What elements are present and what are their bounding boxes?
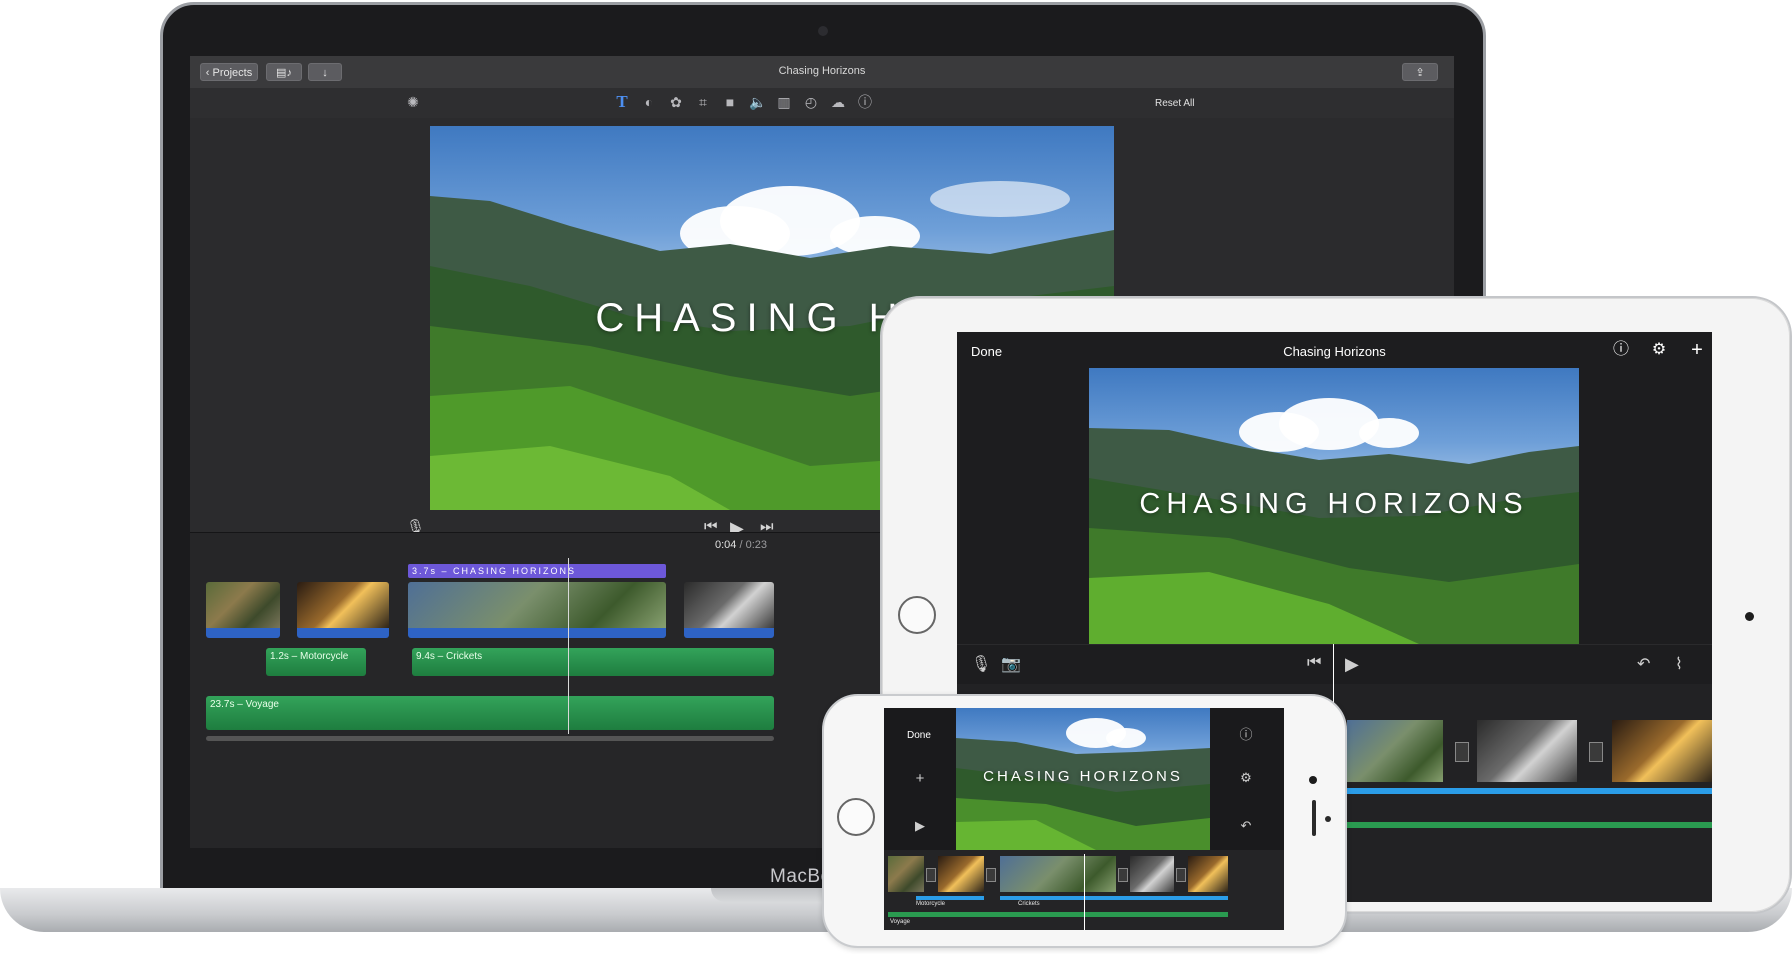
share-icon: ⇪: [1415, 67, 1425, 79]
viewer: CHASING HORIZONS: [1089, 368, 1579, 644]
gear-icon[interactable]: ⚙: [1236, 770, 1256, 786]
plus-icon[interactable]: +: [1687, 340, 1707, 360]
audio-clip-motorcycle[interactable]: [916, 896, 984, 900]
color-correction-icon[interactable]: ✿: [668, 94, 684, 110]
stabilization-icon[interactable]: ■: [722, 94, 738, 110]
waveform-icon[interactable]: ⌇: [1675, 654, 1683, 674]
audio-clip-crickets[interactable]: [1000, 896, 1228, 900]
timecode-current: 0:04: [715, 539, 737, 551]
audio-clip-crickets[interactable]: 9.4s – Crickets: [412, 648, 774, 676]
volume-icon[interactable]: 🔈: [749, 94, 766, 110]
info-icon[interactable]: ⓘ: [857, 94, 873, 110]
video-clip[interactable]: [684, 582, 774, 638]
audio-clip-voyage[interactable]: [888, 912, 1228, 917]
speaker-grille: [1312, 800, 1316, 836]
video-clip[interactable]: [888, 856, 924, 892]
video-clip[interactable]: [1188, 856, 1228, 892]
video-clip[interactable]: [1000, 856, 1116, 892]
titles-icon[interactable]: T: [614, 93, 630, 110]
ipad-controls: [957, 644, 1712, 685]
video-clip[interactable]: [938, 856, 984, 892]
project-title: Chasing Horizons: [1283, 344, 1386, 359]
plus-icon[interactable]: +: [910, 770, 930, 787]
title-clip[interactable]: 3.7s – CHASING HORIZONS: [408, 564, 666, 578]
home-button[interactable]: [837, 798, 875, 836]
audio-clip-label: Voyage: [890, 919, 911, 925]
filter-icon[interactable]: ☁: [830, 94, 846, 110]
timecode-separator: /: [739, 539, 743, 551]
video-clip[interactable]: [408, 582, 666, 638]
audio-clip-label: Motorcycle: [916, 901, 946, 907]
equalizer-icon[interactable]: ▥: [776, 94, 792, 110]
camera-icon: [818, 26, 828, 36]
video-clip[interactable]: [1477, 720, 1577, 782]
camera-icon: [1745, 612, 1754, 621]
share-button[interactable]: ⇪: [1402, 63, 1438, 81]
video-clip[interactable]: [1130, 856, 1174, 892]
undo-icon[interactable]: ↶: [1637, 654, 1650, 674]
reset-all-button[interactable]: Reset All: [1155, 98, 1194, 109]
transition-icon[interactable]: [1589, 742, 1603, 762]
help-icon[interactable]: ⓘ: [1236, 724, 1256, 743]
video-clip[interactable]: [1612, 720, 1712, 782]
playhead[interactable]: [568, 558, 569, 734]
imovie-iphone-screen: Done + ▶ CHASING HORIZONS ⓘ ⚙ ↶ Motorcyc…: [884, 708, 1284, 930]
playhead[interactable]: [1084, 854, 1085, 930]
transition-icon[interactable]: [1455, 742, 1469, 762]
skip-back-icon[interactable]: ⏮: [1307, 654, 1321, 672]
audio-clip-label: Crickets: [1018, 901, 1040, 907]
transition-icon[interactable]: [1118, 868, 1128, 882]
gear-icon[interactable]: ⚙: [1649, 340, 1669, 360]
music-track: [1347, 822, 1712, 828]
audio-clip-label: 23.7s – Voyage: [210, 699, 279, 710]
window-title: Chasing Horizons: [778, 65, 866, 77]
speed-icon[interactable]: ◴: [803, 94, 819, 110]
transition-icon[interactable]: [1176, 868, 1186, 882]
audio-clip-label: 9.4s – Crickets: [416, 651, 483, 662]
video-clip[interactable]: [297, 582, 389, 638]
viewer: CHASING HORIZONS: [956, 708, 1210, 850]
video-clip[interactable]: [206, 582, 280, 638]
audio-clip-voyage[interactable]: 23.7s – Voyage: [206, 696, 774, 730]
crop-icon[interactable]: ⌗: [695, 94, 711, 110]
play-icon[interactable]: ▶: [1345, 654, 1359, 675]
done-button[interactable]: Done: [907, 730, 931, 741]
play-icon[interactable]: ▶: [910, 818, 930, 834]
timeline-scrollbar[interactable]: [206, 736, 774, 741]
color-balance-icon[interactable]: ◐: [641, 94, 657, 110]
clip-audio-track: [1347, 788, 1712, 794]
transition-icon[interactable]: [986, 868, 996, 882]
video-clip[interactable]: [1347, 720, 1443, 782]
magic-wand-icon[interactable]: ✺: [405, 94, 421, 110]
transition-icon[interactable]: [926, 868, 936, 882]
sensor-dot: [1325, 816, 1331, 822]
timecode-total: 0:23: [745, 539, 768, 551]
viewer-title-overlay: CHASING HORIZONS: [1139, 488, 1529, 520]
help-icon[interactable]: ⓘ: [1611, 340, 1631, 360]
audio-clip-motorcycle[interactable]: 1.2s – Motorcycle: [266, 648, 366, 676]
home-button[interactable]: [898, 596, 936, 634]
viewer-title-overlay: CHASING HORIZONS: [983, 768, 1183, 785]
camera-icon: [1309, 776, 1317, 784]
timecode: 0:04 / 0:23: [715, 539, 767, 551]
audio-clip-label: 1.2s – Motorcycle: [270, 651, 349, 662]
undo-icon[interactable]: ↶: [1236, 818, 1256, 834]
camera-icon[interactable]: 📷: [1001, 654, 1021, 674]
adjustments-bar: [190, 88, 1454, 118]
microphone-icon[interactable]: 🎙: [971, 654, 991, 674]
